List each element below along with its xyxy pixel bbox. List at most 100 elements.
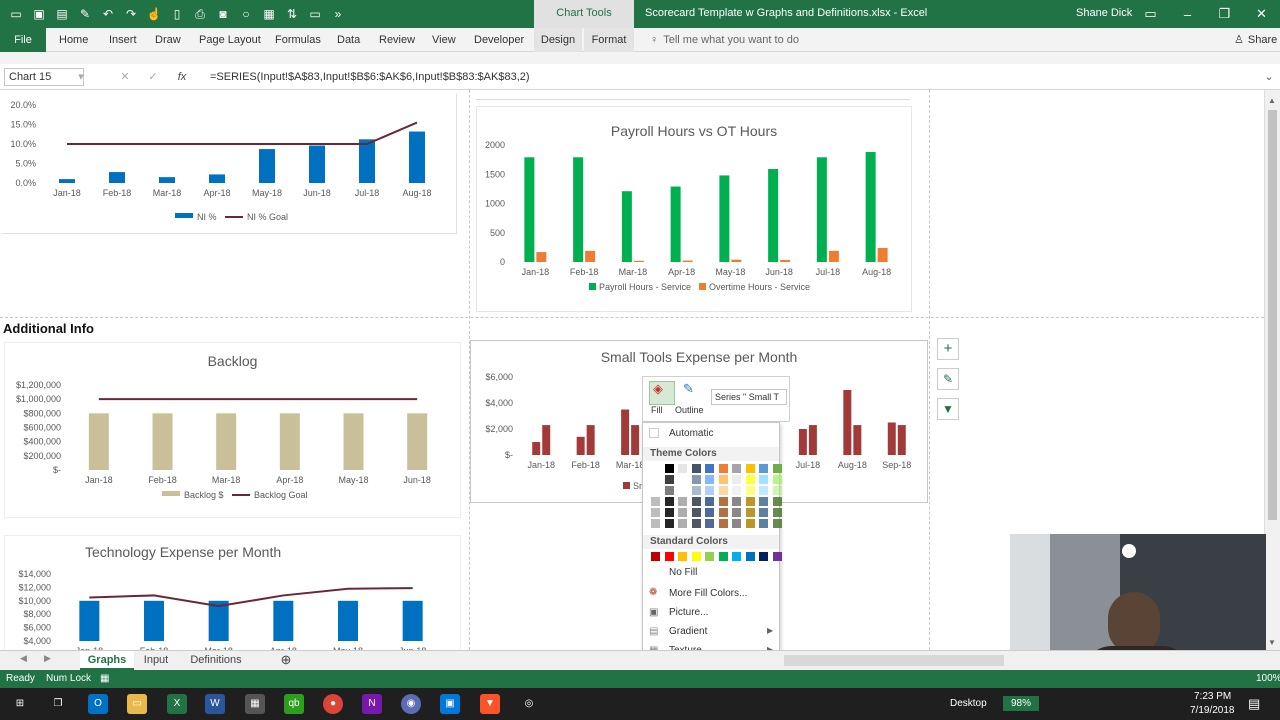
tab-view[interactable]: View bbox=[432, 28, 456, 52]
backlog-chart[interactable]: Backlog $1,200,000 $1,000,000 $800,000 $600… bbox=[4, 342, 461, 518]
color-swatch[interactable] bbox=[718, 486, 728, 495]
color-swatch[interactable] bbox=[651, 508, 660, 517]
color-swatch[interactable] bbox=[705, 486, 714, 495]
color-swatch[interactable] bbox=[745, 497, 755, 506]
color-swatch[interactable] bbox=[759, 486, 768, 495]
color-swatch[interactable] bbox=[759, 508, 768, 517]
edit-icon[interactable]: ✎ bbox=[75, 4, 95, 24]
color-swatch[interactable] bbox=[651, 497, 660, 506]
next-sheet-icon[interactable]: ▶ bbox=[44, 653, 51, 664]
color-swatch[interactable] bbox=[651, 475, 660, 484]
color-swatch[interactable] bbox=[759, 519, 768, 528]
outline-pen-icon[interactable]: ✎ bbox=[683, 381, 694, 397]
color-swatch[interactable] bbox=[718, 464, 728, 473]
tab-insert[interactable]: Insert bbox=[109, 28, 137, 52]
tab-file[interactable]: File bbox=[0, 28, 46, 52]
tab-review[interactable]: Review bbox=[379, 28, 415, 52]
color-swatch[interactable] bbox=[691, 464, 701, 473]
fill-bucket-icon[interactable]: ◈ bbox=[653, 381, 663, 397]
tab-design[interactable]: Design bbox=[534, 28, 582, 52]
grid-icon[interactable]: ▦ bbox=[259, 4, 279, 24]
color-swatch[interactable] bbox=[705, 497, 714, 506]
color-swatch[interactable] bbox=[678, 508, 687, 517]
color-swatch[interactable] bbox=[718, 475, 728, 484]
color-swatch[interactable] bbox=[772, 486, 782, 495]
open-folder-icon[interactable]: ▭ bbox=[305, 4, 325, 24]
chart-filters-button[interactable]: ▼ bbox=[937, 398, 959, 420]
color-swatch[interactable] bbox=[759, 464, 768, 473]
color-swatch[interactable] bbox=[745, 464, 755, 473]
folder-icon[interactable]: ▭ bbox=[6, 4, 26, 24]
color-swatch[interactable] bbox=[772, 475, 782, 484]
color-swatch[interactable] bbox=[745, 508, 755, 517]
horizontal-scrollbar[interactable] bbox=[784, 655, 1004, 666]
touch-mode-icon[interactable]: ☝ bbox=[144, 4, 164, 24]
task-view-icon[interactable]: ❐ bbox=[48, 694, 68, 714]
tab-home[interactable]: Home bbox=[59, 28, 88, 52]
ni-chart[interactable]: 20.0% 15.0% 10.0% 5.0% 0.0% Jan-18 Feb-18 Mar-1… bbox=[2, 94, 457, 234]
color-swatch[interactable] bbox=[678, 486, 687, 495]
color-swatch[interactable] bbox=[718, 552, 728, 561]
color-swatch[interactable] bbox=[691, 552, 701, 561]
ribbon-display-icon[interactable]: ▭ bbox=[1132, 0, 1169, 28]
color-swatch[interactable] bbox=[718, 508, 728, 517]
color-swatch[interactable] bbox=[678, 475, 687, 484]
name-box[interactable]: Chart 15 bbox=[4, 68, 84, 86]
color-swatch[interactable] bbox=[732, 519, 741, 528]
file-explorer-icon[interactable]: ▭ bbox=[127, 694, 147, 714]
print-icon[interactable]: ⎙ bbox=[190, 4, 210, 24]
tab-data[interactable]: Data bbox=[337, 28, 360, 52]
tab-input[interactable]: Input bbox=[136, 651, 176, 670]
zoom-level[interactable]: 100% bbox=[1256, 670, 1280, 688]
menu-automatic[interactable]: Automatic bbox=[669, 428, 713, 439]
color-swatch[interactable] bbox=[759, 552, 768, 561]
color-swatch[interactable] bbox=[691, 497, 701, 506]
color-swatch[interactable] bbox=[759, 497, 768, 506]
color-swatch[interactable] bbox=[745, 552, 755, 561]
color-swatch[interactable] bbox=[678, 519, 687, 528]
calculator-icon[interactable]: ▦ bbox=[245, 694, 265, 714]
prev-sheet-icon[interactable]: ◀ bbox=[20, 653, 27, 664]
clock-date[interactable]: 7/19/2018 bbox=[1190, 705, 1235, 716]
tab-definitions[interactable]: Definitions bbox=[180, 651, 252, 670]
color-swatch[interactable] bbox=[732, 464, 741, 473]
color-swatch[interactable] bbox=[664, 475, 674, 484]
color-swatch[interactable] bbox=[718, 497, 728, 506]
color-swatch[interactable] bbox=[691, 519, 701, 528]
more-commands-icon[interactable]: » bbox=[328, 4, 348, 24]
series-select[interactable]: Series " Small T bbox=[711, 389, 787, 405]
color-swatch[interactable] bbox=[664, 497, 674, 506]
store-icon[interactable]: ▣ bbox=[440, 694, 460, 714]
color-swatch[interactable] bbox=[745, 475, 755, 484]
share-button[interactable]: ♙ Share bbox=[1234, 28, 1277, 52]
onenote-icon[interactable]: N bbox=[362, 694, 382, 714]
name-box-dropdown-icon[interactable]: ▾ bbox=[74, 68, 88, 86]
color-swatch[interactable] bbox=[772, 497, 782, 506]
recorder-icon[interactable]: ◎ bbox=[519, 694, 539, 714]
color-swatch[interactable] bbox=[651, 519, 660, 528]
tab-draw[interactable]: Draw bbox=[155, 28, 181, 52]
color-swatch[interactable] bbox=[745, 486, 755, 495]
color-swatch[interactable] bbox=[732, 486, 741, 495]
vertical-scrollbar[interactable]: ▲ ▼ bbox=[1264, 90, 1280, 650]
color-swatch[interactable] bbox=[772, 519, 782, 528]
expand-formula-icon[interactable]: ⌄ bbox=[1262, 68, 1276, 86]
tab-graphs[interactable]: Graphs bbox=[80, 651, 134, 670]
windows-start-icon[interactable]: ⊞ bbox=[10, 694, 30, 714]
cancel-icon[interactable]: ✕ bbox=[118, 68, 132, 86]
quickbooks-icon[interactable]: qb bbox=[284, 694, 304, 714]
color-swatch[interactable] bbox=[664, 508, 674, 517]
technology-chart[interactable]: Technology Expense per Month $14,000 $12,… bbox=[4, 535, 461, 650]
minimize-button[interactable]: – bbox=[1169, 0, 1206, 28]
user-name[interactable]: Shane Dick bbox=[1076, 0, 1132, 26]
color-swatch[interactable] bbox=[705, 475, 714, 484]
color-swatch[interactable] bbox=[705, 508, 714, 517]
menu-picture[interactable]: Picture... bbox=[669, 607, 708, 618]
color-swatch[interactable] bbox=[705, 552, 714, 561]
color-swatch[interactable] bbox=[705, 519, 714, 528]
excel-icon[interactable]: X bbox=[167, 694, 187, 714]
payroll-chart[interactable]: Payroll Hours vs OT Hours 2000 1500 1000 50… bbox=[476, 106, 912, 312]
insert-function-icon[interactable]: fx bbox=[175, 68, 189, 86]
brave-icon[interactable]: ▼ bbox=[480, 694, 500, 714]
tab-page-layout[interactable]: Page Layout bbox=[199, 28, 261, 52]
